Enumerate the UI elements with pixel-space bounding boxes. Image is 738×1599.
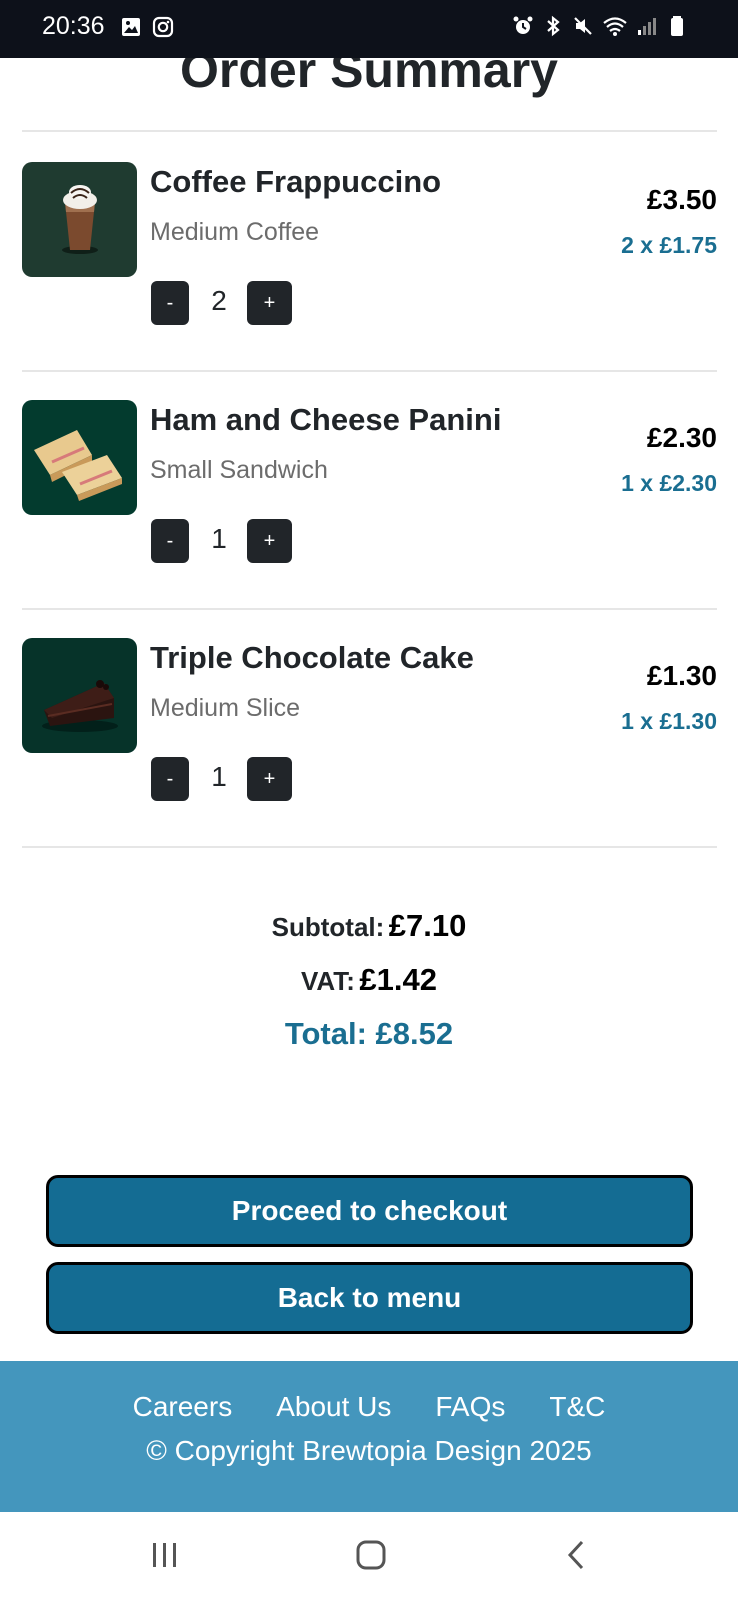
item-variant: Small Sandwich (150, 456, 328, 484)
subtotal-value: £7.10 (388, 908, 467, 943)
cart-item: Coffee Frappuccino Medium Coffee - 2 + £… (22, 162, 717, 332)
decrease-quantity-button[interactable]: - (151, 757, 189, 801)
grand-total: Total: £8.52 (284, 1016, 454, 1051)
divider (22, 130, 717, 132)
decrease-quantity-button[interactable]: - (151, 519, 189, 563)
item-unit-price: 2 x £1.75 (621, 232, 717, 258)
android-nav-bar (0, 1512, 738, 1599)
alarm-icon (513, 16, 533, 34)
item-variant: Medium Coffee (150, 218, 320, 246)
total-line: Total: £8.52 (0, 1016, 738, 1052)
home-icon[interactable] (354, 1538, 388, 1572)
frappuccino-image (22, 162, 137, 277)
bluetooth-icon (547, 15, 560, 37)
increase-quantity-button[interactable]: + (247, 281, 292, 325)
item-price: £1.30 (646, 660, 717, 691)
divider (22, 370, 717, 372)
mute-icon (574, 17, 592, 35)
back-to-menu-button[interactable]: Back to menu (46, 1262, 693, 1334)
vat-value: £1.42 (359, 962, 437, 997)
proceed-to-checkout-button[interactable]: Proceed to checkout (46, 1175, 693, 1247)
footer: Careers About Us FAQs T&C © Copyright Br… (0, 1361, 738, 1512)
item-variant: Medium Slice (150, 694, 301, 722)
quantity-value: 1 (211, 761, 227, 792)
status-time: 20:36 (42, 12, 105, 40)
status-bar: 20:36 (0, 0, 738, 58)
cart-item: Ham and Cheese Panini Small Sandwich - 1… (22, 400, 717, 570)
item-unit-price: 1 x £1.30 (621, 708, 717, 734)
image-icon (122, 18, 140, 36)
quantity-value: 1 (211, 523, 227, 554)
item-name: Coffee Frappuccino (150, 164, 442, 199)
footer-link-about-us[interactable]: About Us (276, 1391, 391, 1423)
copyright: © Copyright Brewtopia Design 2025 (146, 1435, 592, 1466)
footer-link-careers[interactable]: Careers (133, 1391, 233, 1423)
divider (22, 846, 717, 848)
increase-quantity-button[interactable]: + (247, 519, 292, 563)
wifi-icon (603, 17, 627, 36)
vat-line: VAT: £1.42 (0, 962, 738, 998)
increase-quantity-button[interactable]: + (247, 757, 292, 801)
footer-link-terms[interactable]: T&C (549, 1391, 605, 1423)
item-unit-price: 1 x £2.30 (621, 470, 717, 496)
footer-link-faqs[interactable]: FAQs (435, 1391, 505, 1423)
instagram-icon (152, 16, 174, 38)
item-name: Ham and Cheese Panini (150, 402, 502, 437)
panini-image (22, 400, 137, 515)
subtotal-label: Subtotal: (271, 912, 385, 942)
quantity-value: 2 (211, 285, 227, 316)
back-icon[interactable] (560, 1538, 594, 1572)
cart-item: Triple Chocolate Cake Medium Slice - 1 +… (22, 638, 717, 808)
item-name: Triple Chocolate Cake (150, 640, 474, 675)
vat-label: VAT: (301, 966, 355, 996)
recents-icon[interactable] (148, 1538, 182, 1572)
battery-icon (671, 16, 683, 36)
item-price: £3.50 (646, 184, 717, 215)
subtotal-line: Subtotal: £7.10 (0, 908, 738, 944)
divider (22, 608, 717, 610)
signal-icon (638, 18, 656, 35)
chocolate-cake-image (22, 638, 137, 753)
item-price: £2.30 (646, 422, 717, 453)
decrease-quantity-button[interactable]: - (151, 281, 189, 325)
